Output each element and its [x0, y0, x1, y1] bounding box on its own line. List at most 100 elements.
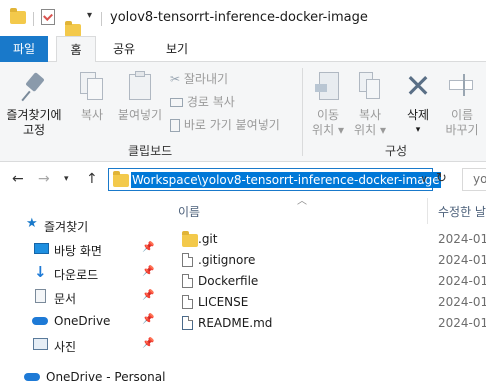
- tab-home[interactable]: 홈: [56, 36, 96, 63]
- star-icon: ★: [26, 216, 38, 231]
- up-arrow-icon[interactable]: ↑: [86, 171, 98, 187]
- file-icon: [182, 274, 193, 288]
- folder-icon: [10, 8, 26, 24]
- nav-item-quick-access[interactable]: ★ 즐겨찾기: [0, 214, 160, 236]
- cut-button[interactable]: ✂ 잘라내기: [170, 70, 228, 87]
- delete-x-icon: ✕: [404, 67, 432, 105]
- copy-path-button[interactable]: 경로 복사: [170, 93, 235, 110]
- tab-view[interactable]: 보기: [157, 36, 197, 62]
- file-name: Dockerfile: [198, 274, 259, 288]
- cut-label: 잘라내기: [183, 72, 229, 86]
- pin-to-quick-access-button[interactable]: 즐겨찾기에 고정: [6, 70, 62, 138]
- file-row[interactable]: LICENSE 2024-01: [176, 292, 486, 313]
- file-name: .git: [198, 232, 218, 246]
- pin-icon[interactable]: 📌: [142, 314, 154, 325]
- copy-icon: [78, 70, 106, 102]
- scissors-icon: ✂: [170, 72, 181, 86]
- pin-icon: [19, 70, 49, 104]
- nav-item-onedrive[interactable]: OneDrive 📌: [0, 310, 160, 332]
- ribbon: 즐겨찾기에 고정 복사 붙여넣기 ✂ 잘라내기 경로 복사 바로 가기 붙여넣기…: [0, 62, 486, 162]
- ribbon-tab-bar: 파일 홈 공유 보기: [0, 36, 486, 63]
- copy-to-label: 복사: [358, 108, 382, 122]
- pictures-icon: [33, 338, 48, 350]
- copy-button[interactable]: 복사: [74, 70, 110, 123]
- column-header-name[interactable]: 이름: [178, 203, 200, 220]
- paste-shortcut-label: 바로 가기 붙여넣기: [183, 118, 280, 132]
- tab-file[interactable]: 파일: [0, 36, 48, 62]
- nav-item-desktop[interactable]: 바탕 화면 📌: [0, 238, 160, 260]
- pin-icon[interactable]: 📌: [142, 338, 154, 349]
- folder-icon: [182, 231, 198, 247]
- file-icon: [182, 295, 193, 309]
- nav-item-documents[interactable]: 문서 📌: [0, 286, 160, 308]
- nav-label-onedrive: OneDrive: [54, 314, 111, 328]
- nav-item-downloads[interactable]: ↓ 다운로드 📌: [0, 262, 160, 284]
- folder-icon: [113, 171, 129, 187]
- search-input[interactable]: yo: [462, 168, 486, 191]
- back-arrow-icon[interactable]: ←: [12, 171, 24, 187]
- nav-label-downloads: 다운로드: [54, 268, 99, 282]
- delete-button[interactable]: ✕ 삭제 ▾: [400, 70, 436, 138]
- desktop-icon: [34, 243, 49, 254]
- file-date: 2024-01: [438, 295, 486, 309]
- nav-item-pictures[interactable]: 사진 📌: [0, 334, 160, 356]
- pin-label-2: 고정: [22, 123, 46, 137]
- column-header-modified[interactable]: 수정한 날: [438, 203, 486, 220]
- delete-label: 삭제: [406, 108, 430, 122]
- customize-toolbar-icon[interactable]: ▾: [87, 10, 92, 21]
- cloud-icon: [24, 373, 40, 381]
- column-divider[interactable]: [427, 198, 428, 224]
- nav-item-onedrive-personal[interactable]: OneDrive - Personal: [0, 366, 165, 388]
- markdown-file-icon: [182, 316, 193, 330]
- forward-arrow-icon[interactable]: →: [38, 171, 50, 187]
- copy-to-label-2: 위치 ▾: [354, 123, 386, 137]
- group-divider: [302, 68, 303, 156]
- tab-share[interactable]: 공유: [104, 36, 144, 62]
- file-row[interactable]: Dockerfile 2024-01: [176, 271, 486, 292]
- file-name: .gitignore: [198, 253, 256, 267]
- paste-button[interactable]: 붙여넣기: [114, 70, 166, 123]
- recent-locations-icon[interactable]: ▾: [64, 174, 69, 184]
- path-icon: [170, 98, 183, 107]
- pin-icon[interactable]: 📌: [142, 290, 154, 301]
- rename-icon: [447, 70, 477, 102]
- sort-ascending-icon: ︿: [297, 196, 307, 207]
- copy-path-label: 경로 복사: [186, 95, 235, 109]
- group-label-organize: 구성: [385, 144, 408, 158]
- move-to-label-2: 위치 ▾: [312, 123, 344, 137]
- file-name: README.md: [198, 316, 273, 330]
- address-dropdown-icon[interactable]: ∨: [416, 169, 432, 190]
- file-date: 2024-01: [438, 316, 486, 330]
- paste-label: 붙여넣기: [117, 108, 163, 122]
- address-row: ← → ▾ ↑ Workspace\yolov8-tensorrt-infere…: [0, 162, 486, 198]
- properties-icon[interactable]: [41, 9, 55, 25]
- pin-icon[interactable]: 📌: [142, 242, 154, 253]
- address-bar[interactable]: Workspace\yolov8-tensorrt-inference-dock…: [108, 168, 441, 191]
- refresh-icon[interactable]: ↻: [436, 171, 447, 186]
- pin-icon[interactable]: 📌: [142, 266, 154, 277]
- cloud-icon: [32, 317, 48, 325]
- paste-icon: [127, 70, 153, 102]
- group-label-clipboard: 클립보드: [128, 144, 173, 158]
- divider: [33, 12, 34, 26]
- paste-shortcut-button[interactable]: 바로 가기 붙여넣기: [170, 116, 280, 133]
- text-file-icon: [182, 253, 193, 267]
- address-path[interactable]: Workspace\yolov8-tensorrt-inference-dock…: [131, 172, 441, 188]
- delete-dropdown-icon[interactable]: ▾: [400, 123, 436, 138]
- title-bar: ▾ yolov8-tensorrt-inference-docker-image: [0, 0, 486, 37]
- rename-label: 이름: [450, 108, 474, 122]
- pin-label: 즐겨찾기에: [6, 108, 62, 122]
- nav-label-desktop: 바탕 화면: [54, 244, 102, 258]
- copy-to-button[interactable]: 복사 위치 ▾: [350, 70, 390, 138]
- rename-label-2: 바꾸기: [445, 123, 479, 137]
- rename-button[interactable]: 이름 바꾸기: [442, 70, 482, 138]
- window-title: yolov8-tensorrt-inference-docker-image: [110, 10, 368, 25]
- file-name: LICENSE: [198, 295, 249, 309]
- file-row[interactable]: .gitignore 2024-01: [176, 250, 486, 271]
- move-to-button[interactable]: 이동 위치 ▾: [308, 70, 348, 138]
- nav-label-onedrive-personal: OneDrive - Personal: [46, 370, 166, 384]
- file-row[interactable]: README.md 2024-01: [176, 313, 486, 334]
- file-row[interactable]: .git 2024-01: [176, 229, 486, 250]
- nav-label-documents: 문서: [54, 292, 77, 306]
- file-date: 2024-01: [438, 274, 486, 288]
